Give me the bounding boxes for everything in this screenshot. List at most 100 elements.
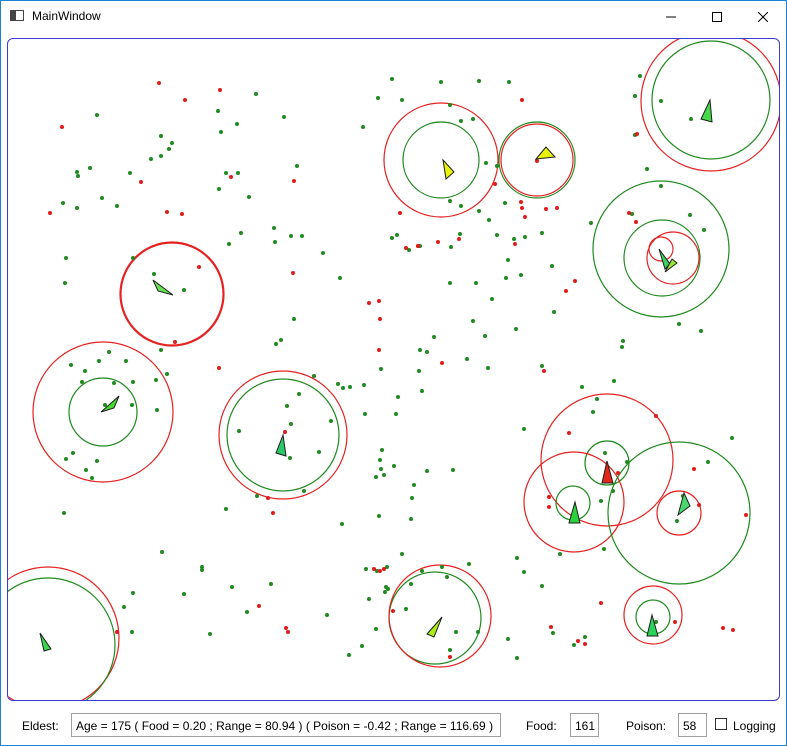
food-dot	[200, 565, 204, 569]
food-dot	[490, 297, 494, 301]
poison-dot	[372, 567, 376, 571]
poison-dot	[60, 125, 64, 129]
poison-dot	[654, 414, 658, 418]
close-button[interactable]	[740, 1, 786, 32]
food-dot	[477, 209, 481, 213]
poison-sense-ring	[383, 102, 499, 218]
food-dot	[112, 381, 116, 385]
food-dot	[515, 656, 519, 660]
maximize-button[interactable]	[694, 1, 740, 32]
food-dot	[149, 157, 153, 161]
food-sense-ring	[651, 40, 771, 160]
food-count-field[interactable]: 161	[570, 713, 599, 737]
food-dot	[227, 242, 231, 246]
food-dot	[367, 597, 371, 601]
food-sense-ring	[8, 577, 116, 700]
food-dot	[155, 408, 159, 412]
food-dot	[64, 457, 68, 461]
food-dot	[495, 233, 499, 237]
food-dot	[235, 122, 239, 126]
food-dot	[425, 469, 429, 473]
poison-dot	[544, 207, 548, 211]
food-sense-ring	[592, 180, 730, 318]
poison-dot	[391, 609, 395, 613]
food-dot	[300, 234, 304, 238]
food-dot	[297, 392, 301, 396]
poison-dot	[542, 369, 546, 373]
food-dot	[448, 281, 452, 285]
food-dot	[128, 171, 132, 175]
poison-dot	[173, 340, 177, 344]
poison-dot	[520, 98, 524, 102]
food-dot	[550, 264, 554, 268]
food-dot	[80, 380, 84, 384]
eldest-field[interactable]: Age = 175 ( Food = 0.20 ; Range = 80.94 …	[71, 713, 501, 737]
food-dot	[523, 235, 527, 239]
food-dot	[329, 419, 333, 423]
food-dot	[165, 372, 169, 376]
food-dot	[638, 74, 642, 78]
agent-arrow	[152, 279, 174, 296]
food-dot	[591, 410, 595, 414]
agent-arrow	[442, 158, 455, 180]
poison-dot	[416, 244, 420, 248]
poison-dot	[286, 630, 290, 634]
poison-dot	[697, 503, 701, 507]
poison-dot	[673, 620, 677, 624]
title-bar[interactable]: MainWindow	[1, 1, 786, 32]
food-dot	[360, 644, 364, 648]
food-dot	[152, 272, 156, 276]
food-dot	[448, 103, 452, 107]
food-dot	[379, 367, 383, 371]
eldest-label: Eldest:	[22, 719, 59, 733]
food-dot	[659, 99, 663, 103]
food-dot	[611, 489, 615, 493]
food-dot	[515, 556, 519, 560]
food-dot	[386, 587, 390, 591]
poison-count-field[interactable]: 58	[678, 713, 707, 737]
poison-dot	[721, 626, 725, 630]
simulation-canvas[interactable]	[7, 38, 780, 701]
poison-dot	[217, 366, 221, 370]
food-dot	[377, 514, 381, 518]
food-dot	[602, 547, 606, 551]
food-dot	[62, 511, 66, 515]
food-dot	[279, 338, 283, 342]
poison-dot	[616, 471, 620, 475]
logging-checkbox[interactable]	[715, 718, 727, 730]
food-dot	[182, 288, 186, 292]
food-dot	[289, 234, 293, 238]
food-dot	[170, 141, 174, 145]
food-dot	[75, 170, 79, 174]
food-dot	[159, 348, 163, 352]
food-dot	[522, 570, 526, 574]
food-dot	[409, 582, 413, 586]
poison-dot	[573, 279, 577, 283]
food-dot	[396, 395, 400, 399]
poison-dot	[139, 180, 143, 184]
food-dot	[425, 350, 429, 354]
food-dot	[645, 167, 649, 171]
agent-arrow	[677, 491, 691, 517]
food-dot	[273, 240, 277, 244]
food-dot	[90, 476, 94, 480]
logging-label[interactable]: Logging	[733, 719, 776, 733]
poison-dot	[284, 626, 288, 630]
poison-sense-ring	[388, 564, 492, 668]
minimize-button[interactable]	[648, 1, 694, 32]
poison-dot	[292, 179, 296, 183]
poison-dot	[436, 240, 440, 244]
food-sense-ring	[402, 121, 480, 199]
food-dot	[154, 378, 158, 382]
poison-dot	[576, 639, 580, 643]
poison-label: Poison:	[626, 719, 667, 733]
food-dot	[409, 517, 413, 521]
food-dot	[558, 552, 562, 556]
poison-dot	[266, 496, 270, 500]
food-dot	[449, 245, 453, 249]
food-dot	[289, 422, 293, 426]
food-dot	[282, 115, 286, 119]
food-label: Food:	[526, 719, 557, 733]
poison-dot	[744, 513, 748, 517]
food-dot	[254, 92, 258, 96]
